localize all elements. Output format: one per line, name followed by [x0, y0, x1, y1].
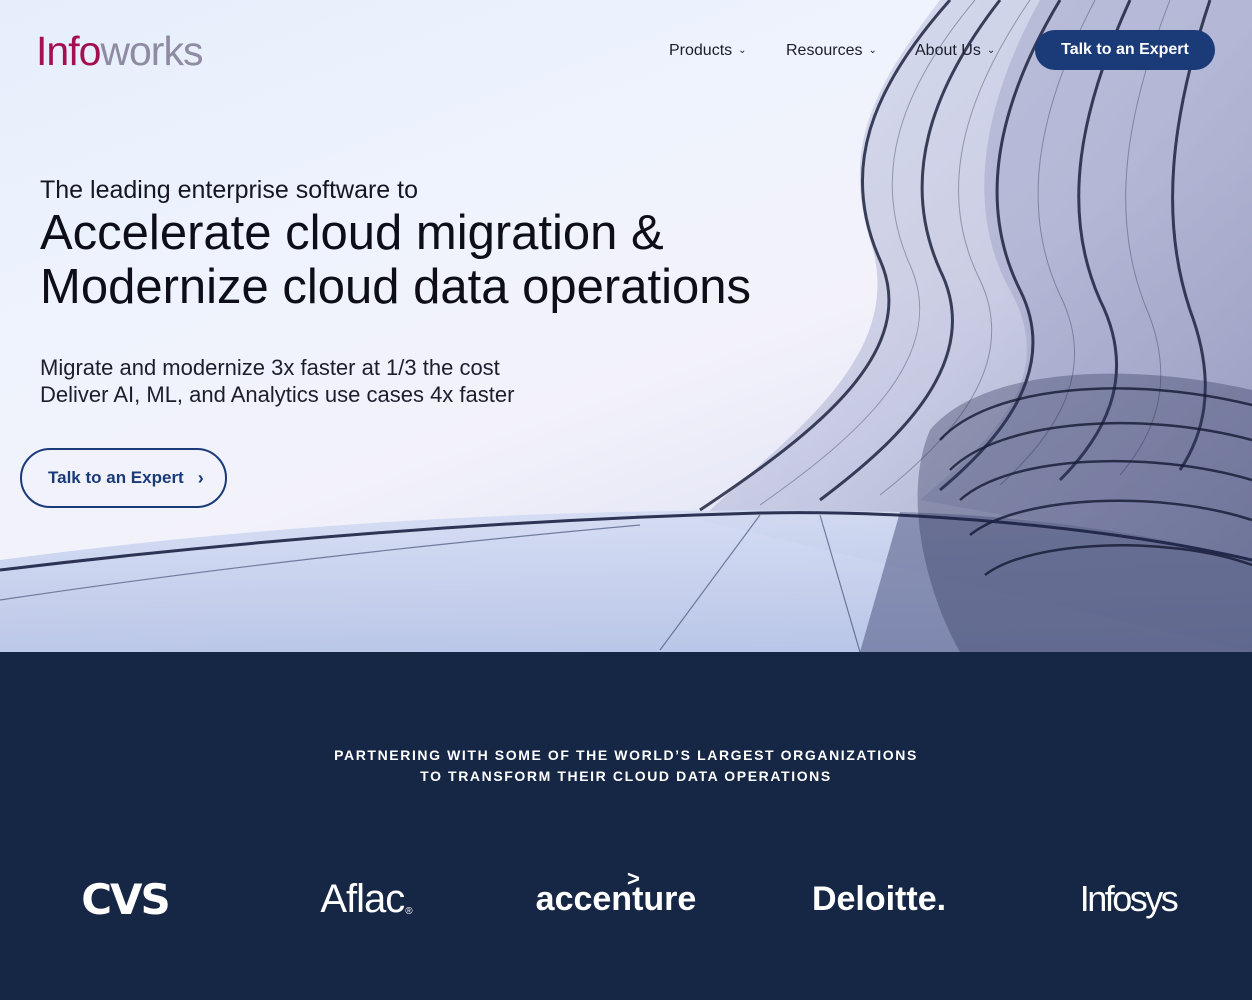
chevron-down-icon: ⌄ — [868, 44, 877, 56]
hero-subline-2: Deliver AI, ML, and Analytics use cases … — [40, 382, 515, 407]
nav-item-about-us[interactable]: About Us ⌄ — [915, 40, 995, 62]
hero-cta-label: Talk to an Expert — [48, 468, 184, 487]
hero-eyebrow: The leading enterprise software to — [40, 176, 418, 204]
hero-headline-line2: Modernize cloud data operations — [40, 260, 751, 314]
partner-logo-cvs: CVS — [81, 874, 171, 924]
partner-logo-aflac-text: Aflac — [320, 876, 405, 921]
nav-item-resources[interactable]: Resources ⌄ — [786, 40, 877, 62]
chevron-down-icon: ⌄ — [986, 44, 996, 56]
hero-section: Infoworks Products ⌄ Resources ⌄ About U… — [0, 0, 1252, 652]
nav-item-label: About Us — [915, 42, 981, 59]
nav-item-products[interactable]: Products ⌄ — [669, 40, 747, 62]
chevron-right-icon: › — [197, 467, 204, 488]
infoworks-logo[interactable]: Infoworks — [36, 28, 203, 74]
partner-logo-accenture: > accenture — [530, 866, 702, 924]
registered-mark-icon: ® — [405, 905, 412, 917]
hero-building-image — [0, 0, 1252, 652]
partner-logo-aflac: Aflac ® — [300, 874, 432, 924]
chevron-down-icon: ⌄ — [738, 44, 747, 56]
logo-text-info: Info — [36, 28, 101, 74]
partner-logo-accenture-text: accenture — [535, 879, 697, 918]
partner-logo-infosys: Infosys — [1079, 878, 1179, 919]
hero-subline-1: Migrate and modernize 3x faster at 1/3 t… — [40, 355, 500, 380]
header-talk-to-expert-button[interactable]: Talk to an Expert — [1035, 30, 1215, 70]
accenture-arrow-icon: > — [627, 866, 640, 891]
hero-talk-to-expert-button[interactable]: Talk to an Expert › — [20, 448, 227, 508]
nav-item-label: Products — [669, 42, 733, 59]
partners-heading-line1: PARTNERING WITH SOME OF THE WORLD’S LARG… — [334, 747, 918, 763]
hero-headline: Accelerate cloud migration & Modernize c… — [40, 206, 751, 314]
partners-section: PARTNERING WITH SOME OF THE WORLD’S LARG… — [0, 652, 1252, 1000]
logo-text-works: works — [100, 28, 203, 74]
nav-item-label: Resources — [786, 42, 863, 59]
partners-heading-line2: TO TRANSFORM THEIR CLOUD DATA OPERATIONS — [420, 768, 832, 784]
partner-logo-deloitte: Deloitte. — [811, 879, 947, 918]
hero-headline-line1: Accelerate cloud migration & — [40, 206, 664, 260]
